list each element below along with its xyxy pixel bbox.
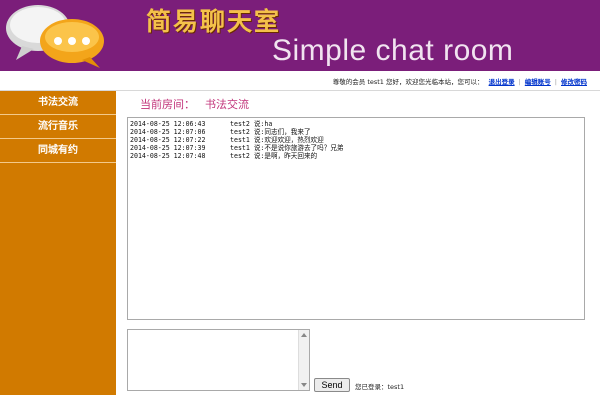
edit-account-link[interactable]: 编辑账号 <box>525 78 551 86</box>
room-title: 当前房间： 书法交流 <box>140 96 249 112</box>
message-text: test1 说:欢迎欢迎，热烈欢迎 <box>230 136 324 144</box>
message-input[interactable] <box>127 329 310 391</box>
message-text: test1 说:不是说你旅游去了吗？兄弟 <box>230 144 344 152</box>
chat-log[interactable]: 2014-08-25 12:06:43 test2 说:ha 2014-08-25… <box>127 117 585 320</box>
message-time: 2014-08-25 12:06:43 <box>130 120 206 128</box>
message-time: 2014-08-25 12:07:06 <box>130 128 206 136</box>
sidebar-item-local-meetup[interactable]: 同城有约 <box>0 139 116 163</box>
chat-message: 2014-08-25 12:06:43 test2 说:ha <box>130 120 582 128</box>
site-title-chinese: 简易聊天室 <box>146 7 282 36</box>
user-bar: 尊敬的会员 test1 您好，欢迎您光临本站，您可以： 退出登录 | 编辑账号 | 修改… <box>0 71 600 91</box>
message-text: test2 说:ha <box>230 120 273 128</box>
chat-message: 2014-08-25 12:07:06 test2 说:同志们，我来了 <box>130 128 582 136</box>
chat-bubbles-icon <box>6 5 104 68</box>
room-title-name: 书法交流 <box>205 98 249 111</box>
logout-link[interactable]: 退出登录 <box>489 78 515 86</box>
send-button[interactable]: Send <box>314 378 350 392</box>
room-title-label: 当前房间： <box>140 98 195 111</box>
sidebar-item-pop-music[interactable]: 流行音乐 <box>0 115 116 139</box>
divider: | <box>518 78 521 86</box>
message-text: test2 说:是啊，昨天回来的 <box>230 152 318 160</box>
header-banner: 简易聊天室 Simple chat room <box>0 0 600 71</box>
message-input-scrollbar[interactable] <box>298 330 309 390</box>
message-text: test2 说:同志们，我来了 <box>230 128 311 136</box>
chat-message: 2014-08-25 12:07:48 test2 说:是啊，昨天回来的 <box>130 152 582 160</box>
welcome-text: 尊敬的会员 test1 您好，欢迎您光临本站，您可以： <box>332 78 484 86</box>
scroll-up-arrow-icon[interactable] <box>301 333 307 337</box>
scroll-down-arrow-icon[interactable] <box>301 383 307 387</box>
message-time: 2014-08-25 12:07:48 <box>130 152 206 160</box>
room-sidebar: 书法交流 流行音乐 同城有约 <box>0 91 116 395</box>
chat-message: 2014-08-25 12:07:39 test1 说:不是说你旅游去了吗？兄弟 <box>130 144 582 152</box>
message-time: 2014-08-25 12:07:22 <box>130 136 206 144</box>
site-title-english: Simple chat room <box>272 34 514 67</box>
sidebar-item-calligraphy[interactable]: 书法交流 <box>0 91 116 115</box>
message-time: 2014-08-25 12:07:39 <box>130 144 206 152</box>
user-bar-content: 尊敬的会员 test1 您好，欢迎您光临本站，您可以： 退出登录 | 编辑账号 | 修改… <box>333 76 590 86</box>
chat-message: 2014-08-25 12:07:22 test1 说:欢迎欢迎，热烈欢迎 <box>130 136 582 144</box>
divider: | <box>554 78 557 86</box>
login-status: 您已登录：test1 <box>355 383 405 391</box>
change-password-link[interactable]: 修改密码 <box>561 78 587 86</box>
